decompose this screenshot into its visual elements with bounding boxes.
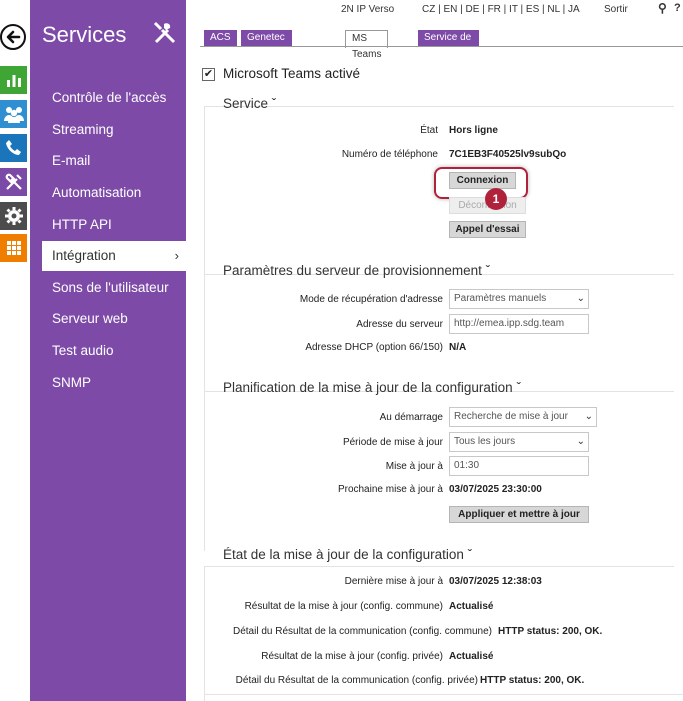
select-value: Paramètres manuels <box>454 293 547 304</box>
sidebar-item-web-server[interactable]: Serveur web <box>30 304 186 334</box>
period-select[interactable]: Tous les jours ⌄ <box>449 432 589 452</box>
sidebar-item-label: E-mail <box>52 153 91 168</box>
product-name: 2N IP Verso <box>341 4 395 15</box>
test-call-button[interactable]: Appel d'essai <box>449 221 526 238</box>
sidebar-item-integration[interactable]: Intégration › <box>42 241 187 271</box>
section-title-text: Planification de la mise à jour de la co… <box>223 380 513 395</box>
apply-update-button[interactable]: Appliquer et mettre à jour <box>449 506 589 523</box>
sidebar-item-http-api[interactable]: HTTP API <box>30 210 186 240</box>
common-result-label: Résultat de la mise à jour (config. comm… <box>244 601 443 612</box>
sidebar-item-label: Serveur web <box>52 311 128 326</box>
sidebar-item-audio-test[interactable]: Test audio <box>30 336 186 366</box>
update-time-input[interactable]: 01:30 <box>449 456 589 476</box>
update-time-label: Mise à jour à <box>385 461 443 472</box>
service-section-title[interactable]: Service ˇ <box>223 96 276 111</box>
step-callout-badge: 1 <box>485 188 507 210</box>
select-value: Recherche de mise à jour <box>454 411 568 422</box>
chevron-down-icon: ˇ <box>516 380 521 395</box>
tools-icon[interactable] <box>0 168 27 196</box>
sidebar-item-label: SNMP <box>52 375 92 390</box>
chevron-down-icon: ⌄ <box>582 408 593 426</box>
gear-icon[interactable] <box>0 202 27 230</box>
common-detail-label: Détail du Résultat de la communication (… <box>232 626 492 637</box>
tab-discovery-service[interactable]: Service de découverte <box>418 30 480 59</box>
sidebar-item-streaming[interactable]: Streaming <box>30 115 186 145</box>
private-detail-value: HTTP status: 200, OK. <box>480 675 585 686</box>
dhcp-label: Adresse DHCP (option 66/150) <box>305 342 443 353</box>
startup-select[interactable]: Recherche de mise à jour ⌄ <box>449 407 597 427</box>
tools-icon <box>152 20 178 51</box>
startup-label: Au démarrage <box>379 412 443 423</box>
server-address-label: Adresse du serveur <box>356 319 443 330</box>
users-icon[interactable] <box>0 100 27 128</box>
phone-icon[interactable] <box>0 134 27 162</box>
private-detail-label: Détail du Résultat de la communication (… <box>235 675 478 686</box>
last-update-label: Dernière mise à jour à <box>344 576 443 587</box>
tab-acs[interactable]: ACS <box>204 30 237 46</box>
logout-link[interactable]: Sortir <box>604 4 628 15</box>
services-sidebar: Services Contrôle de l'accès Streaming E… <box>30 0 187 701</box>
section-title-text: Service <box>223 96 269 111</box>
help-icon[interactable]: ? <box>674 2 681 14</box>
section-title-text: État de la mise à jour de la configurati… <box>223 547 464 562</box>
sidebar-item-label: Intégration <box>52 248 116 263</box>
bottom-divider <box>204 694 683 695</box>
top-bar: 2N IP Verso CZ | EN | DE | FR | IT | ES … <box>186 0 683 22</box>
sidebar-item-access-control[interactable]: Contrôle de l'accès <box>30 83 186 113</box>
chart-icon[interactable] <box>0 66 27 94</box>
chevron-down-icon: ˇ <box>485 263 491 278</box>
sidebar-item-email[interactable]: E-mail <box>30 146 186 176</box>
tab-genetec-synergis[interactable]: Genetec Synergis <box>241 30 292 59</box>
state-value: Hors ligne <box>449 125 498 136</box>
phone-number-label: Numéro de téléphone <box>341 149 438 160</box>
last-update-value: 03/07/2025 12:38:03 <box>449 576 542 587</box>
tab-divider <box>200 46 683 47</box>
phone-number-value: 7C1EB3F40525lv9subQo <box>449 149 567 160</box>
search-icon[interactable]: ⚲ <box>658 1 667 15</box>
sidebar-item-label: Contrôle de l'accès <box>52 90 167 105</box>
sidebar-item-snmp[interactable]: SNMP <box>30 368 186 398</box>
sidebar-title: Services <box>42 22 127 47</box>
common-detail-value: HTTP status: 200, OK. <box>498 626 603 637</box>
back-arrow-icon[interactable] <box>0 24 26 50</box>
connect-button[interactable]: Connexion <box>449 172 516 189</box>
chevron-down-icon: ˇ <box>467 547 473 562</box>
select-value: Tous les jours <box>454 436 516 447</box>
update-status-section-title[interactable]: État de la mise à jour de la configurati… <box>223 547 472 562</box>
chevron-down-icon: ˇ <box>271 96 277 111</box>
private-result-value: Actualisé <box>449 651 494 662</box>
chevron-down-icon: ⌄ <box>574 433 585 451</box>
teams-enabled-label: Microsoft Teams activé <box>223 66 361 81</box>
sidebar-item-label: Streaming <box>52 122 114 137</box>
grid-icon[interactable] <box>0 234 27 262</box>
language-selector[interactable]: CZ | EN | DE | FR | IT | ES | NL | JA <box>422 4 580 15</box>
provisioning-section-title[interactable]: Paramètres du serveur de provisionnement… <box>223 263 490 278</box>
next-update-value: 03/07/2025 23:30:00 <box>449 484 542 495</box>
address-mode-select[interactable]: Paramètres manuels ⌄ <box>449 289 589 309</box>
mode-label: Mode de récupération d'adresse <box>299 294 443 305</box>
schedule-section-title[interactable]: Planification de la mise à jour de la co… <box>223 380 521 395</box>
chevron-right-icon: › <box>174 248 179 263</box>
section-title-text: Paramètres du serveur de provisionnement <box>223 263 482 278</box>
state-label: État <box>420 125 438 136</box>
dhcp-value: N/A <box>449 342 467 353</box>
sidebar-item-user-sounds[interactable]: Sons de l'utilisateur <box>30 273 186 303</box>
teams-enabled-checkbox[interactable]: ✔ <box>202 68 215 81</box>
server-address-input[interactable]: http://emea.ipp.sdg.team <box>449 314 589 334</box>
common-result-value: Actualisé <box>449 601 494 612</box>
sidebar-item-label: Sons de l'utilisateur <box>52 280 169 295</box>
period-label: Période de mise à jour <box>342 437 443 448</box>
sidebar-item-label: Automatisation <box>52 185 142 200</box>
sidebar-item-automation[interactable]: Automatisation <box>30 178 186 208</box>
sidebar-item-label: HTTP API <box>52 217 112 232</box>
private-result-label: Résultat de la mise à jour (config. priv… <box>261 651 443 662</box>
chevron-down-icon: ⌄ <box>574 290 585 308</box>
sidebar-item-label: Test audio <box>52 343 114 358</box>
next-update-label: Prochaine mise à jour à <box>337 484 443 495</box>
